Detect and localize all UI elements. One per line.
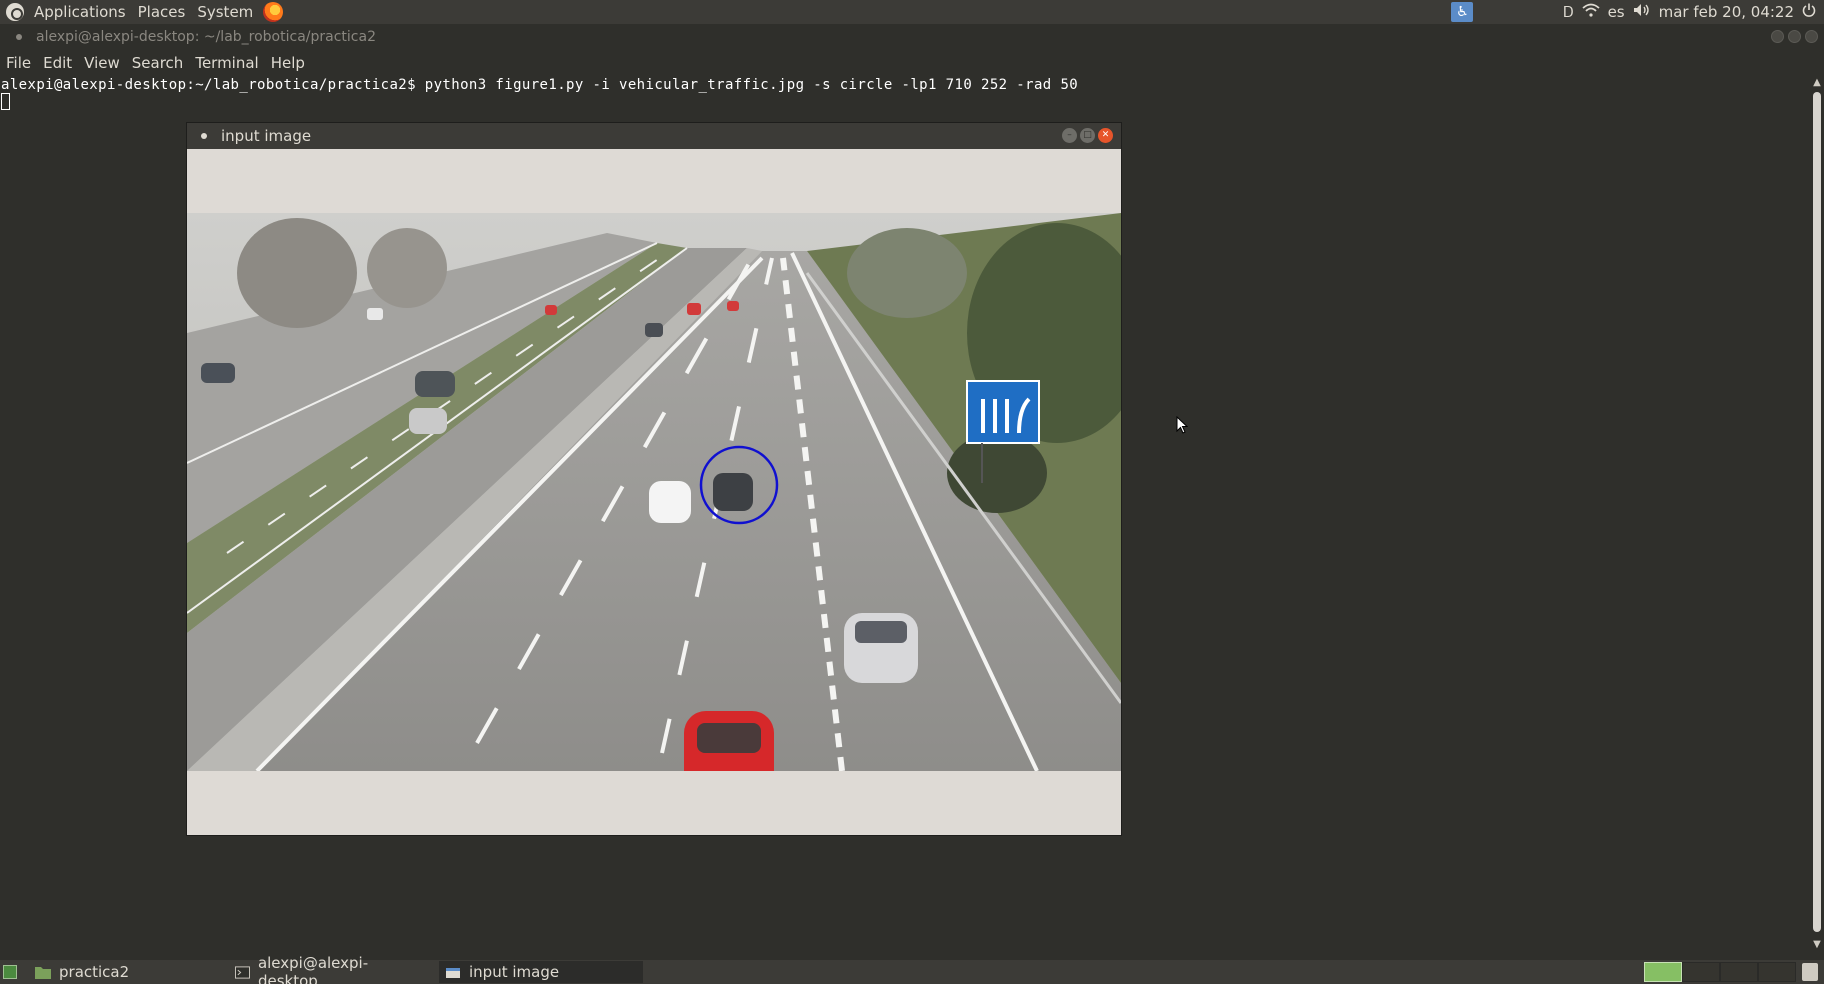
menu-view[interactable]: View [78,54,126,72]
window-menu-icon[interactable] [16,34,22,40]
close-button[interactable] [1805,30,1818,43]
task-label: alexpi@alexpi-desktop... [257,954,369,984]
wifi-icon[interactable] [1581,3,1600,21]
window-menu-icon[interactable] [201,133,207,139]
terminal-icon [235,965,250,979]
maximize-button[interactable] [1788,30,1801,43]
taskbar-item-terminal[interactable]: alexpi@alexpi-desktop... [229,954,436,984]
workspace-switcher [1644,962,1796,982]
menu-search[interactable]: Search [126,54,190,72]
image-window-title: input image [221,127,312,145]
folder-icon [35,966,51,979]
firefox-launcher-icon[interactable] [263,2,284,22]
terminal-menubar: File Edit View Search Terminal Help [0,50,1824,76]
command-line: alexpi@alexpi-desktop:~/lab_robotica/pra… [1,77,1079,93]
terminal-title: alexpi@alexpi-desktop: ~/lab_robotica/pr… [36,29,376,45]
bluetooth-icon[interactable]: Ꭰ [1563,3,1573,21]
taskbar-item-practica2[interactable]: practica2 [29,961,226,983]
highway-photo [187,213,1121,771]
text-cursor [1,93,10,110]
volume-icon[interactable] [1633,3,1651,21]
menu-edit[interactable]: Edit [37,54,78,72]
maximize-button[interactable]: □ [1080,128,1095,143]
workspace-4[interactable] [1758,962,1796,982]
minimize-button[interactable] [1771,30,1784,43]
system-menu[interactable]: System [191,0,259,24]
top-panel: Applications Places System ♿ Ꭰ es mar fe… [0,0,1824,24]
scrollbar-thumb[interactable] [1813,92,1821,932]
minimize-button[interactable]: – [1062,128,1077,143]
accessibility-icon[interactable]: ♿ [1451,2,1474,22]
image-window[interactable]: input image – □ ✕ [186,122,1122,836]
menu-help[interactable]: Help [265,54,311,72]
main-menu: Applications Places System [0,0,284,24]
window-icon [446,967,460,978]
menu-file[interactable]: File [0,54,37,72]
task-label: practica2 [59,963,130,981]
workspace-2[interactable] [1682,962,1720,982]
menu-terminal[interactable]: Terminal [189,54,264,72]
applications-menu[interactable]: Applications [28,0,132,24]
scroll-down-arrow-icon[interactable]: ▼ [1812,940,1822,950]
workspace-1[interactable] [1644,962,1682,982]
keyboard-layout-indicator[interactable]: es [1608,3,1625,21]
traffic-image [187,213,1121,771]
mouse-pointer-icon [1176,416,1188,434]
bottom-taskbar: practica2 alexpi@alexpi-desktop... input… [0,954,1824,984]
trash-icon[interactable] [1802,963,1818,981]
system-tray: ♿ Ꭰ es mar feb 20, 04:22 [1451,0,1824,24]
close-button[interactable]: ✕ [1098,128,1113,143]
scroll-up-arrow-icon[interactable]: ▲ [1812,78,1822,88]
image-window-titlebar[interactable]: input image – □ ✕ [187,123,1121,149]
workspace-3[interactable] [1720,962,1758,982]
taskbar-item-input-image[interactable]: input image [439,961,643,983]
power-icon[interactable] [1802,3,1816,21]
ubuntu-logo-icon[interactable] [6,3,24,21]
clock[interactable]: mar feb 20, 04:22 [1659,3,1794,21]
image-window-controls: – □ ✕ [1059,128,1113,143]
terminal-window-controls [1767,30,1818,43]
terminal-scrollbar[interactable]: ▲ ▼ [1810,76,1824,952]
terminal-titlebar[interactable]: alexpi@alexpi-desktop: ~/lab_robotica/pr… [0,24,1824,50]
show-desktop-icon[interactable] [3,965,17,979]
places-menu[interactable]: Places [132,0,192,24]
task-label: input image [469,963,560,981]
